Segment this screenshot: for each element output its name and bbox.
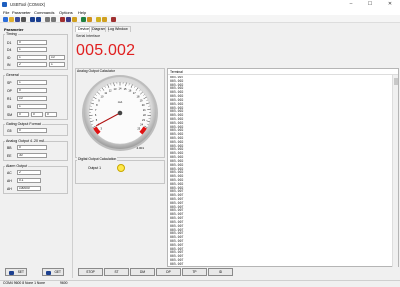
exit-icon[interactable] <box>111 16 116 22</box>
ah2-label: AH <box>7 187 12 191</box>
terminal-header: Terminal <box>168 69 398 75</box>
sm-field-1[interactable]: 0 <box>17 112 29 117</box>
ah2-field[interactable]: 100000 <box>17 186 41 191</box>
window-title: USBTool (COM4X) <box>10 2 46 7</box>
close-button[interactable]: ✕ <box>383 0 397 9</box>
info-icon[interactable] <box>72 16 77 22</box>
dp-button[interactable]: DP <box>156 268 181 276</box>
alarm-output-title: Alarm Output <box>5 164 29 168</box>
sm-field-2[interactable]: 0 <box>31 112 43 117</box>
print-icon[interactable] <box>21 16 26 22</box>
gating-title: Gating Output Format <box>5 122 42 126</box>
digital-output-title: Digital Output Calculation <box>77 157 118 161</box>
ee-label: EE <box>7 154 12 158</box>
timing-title: Timing <box>5 32 18 36</box>
output-1-led <box>117 164 125 172</box>
op-label: OP <box>7 89 12 93</box>
ah-label: AH <box>7 179 12 183</box>
set-icon <box>9 270 14 275</box>
terminal-output: 005.007 005.002 005.002 005.002 005.002 005.0… <box>170 76 392 266</box>
bb-field[interactable]: 0 <box>17 145 47 150</box>
ok-icon[interactable] <box>66 16 71 22</box>
id-extra-field[interactable]: 10 <box>49 55 65 60</box>
set-button-label: SET <box>17 270 24 274</box>
bulb-icon[interactable] <box>96 16 101 22</box>
title-bar <box>0 0 400 9</box>
connect-icon[interactable] <box>30 16 35 22</box>
stop-button[interactable]: STOP <box>78 268 103 276</box>
ac-label: AC <box>7 171 12 175</box>
tp-button[interactable]: TP <box>182 268 207 276</box>
get-button[interactable]: GET <box>42 268 64 276</box>
general-title: General <box>5 73 20 77</box>
s5-label: S5 <box>7 105 12 109</box>
terminal-scrollbar[interactable] <box>392 75 398 267</box>
get-icon <box>46 270 51 275</box>
in-extra-field[interactable]: 1 <box>49 62 65 67</box>
id-label: ID <box>7 56 11 60</box>
ac-field[interactable]: 2 <box>17 170 41 175</box>
app-icon <box>2 2 7 7</box>
save-icon[interactable] <box>15 16 20 22</box>
d1-field[interactable]: 0 <box>17 40 47 45</box>
get-button-label: GET <box>54 270 61 274</box>
bb-label: BB <box>7 146 12 150</box>
g5-field[interactable]: 0 <box>17 128 47 133</box>
analog-output-group <box>3 141 68 161</box>
download-icon[interactable] <box>81 16 86 22</box>
status-baud: 9600 <box>60 281 68 285</box>
upload-icon[interactable] <box>87 16 92 22</box>
sm-label: SM <box>7 113 13 117</box>
sp-field[interactable]: 1 <box>17 80 47 85</box>
terminal-scroll-thumb[interactable] <box>394 78 398 85</box>
ee-field[interactable]: 30 <box>17 153 47 158</box>
gauge-readout: 4.001 <box>136 146 144 150</box>
output-1-label: Output 1 <box>88 166 102 170</box>
disconnect-icon[interactable] <box>36 16 41 22</box>
analog-gauge: 345678910111213141516171819202122232425 … <box>82 75 158 151</box>
settings-icon[interactable] <box>60 16 65 22</box>
id-button[interactable]: ID <box>208 268 233 276</box>
gauge-hub <box>117 110 123 116</box>
gauge-unit: mA <box>118 100 123 104</box>
s5-field[interactable]: 1 <box>17 104 47 109</box>
op-field[interactable]: 0 <box>17 88 47 93</box>
g5-label: G5 <box>7 129 12 133</box>
status-connection: COM4 9600 8 None 1 None <box>3 281 46 285</box>
terminal-line: 005.007 <box>170 261 184 266</box>
help-icon[interactable] <box>102 16 107 22</box>
in-label: IN <box>7 63 11 67</box>
tab-log-window[interactable]: Log Window <box>105 26 131 32</box>
r1-label: R1 <box>7 97 12 101</box>
maximize-button[interactable]: ☐ <box>363 0 377 9</box>
dm-button[interactable]: DM <box>130 268 155 276</box>
minimize-button[interactable]: – <box>344 0 358 9</box>
serial-interface-label: Serial Interface <box>76 34 101 38</box>
copy-icon[interactable] <box>45 16 50 22</box>
id-field[interactable]: 1 <box>17 55 47 60</box>
set-button[interactable]: SET <box>5 268 27 276</box>
new-icon[interactable] <box>3 16 8 22</box>
d4-label: D4 <box>7 48 12 52</box>
ah-field[interactable]: 0.1 <box>17 178 41 183</box>
sm-field-3[interactable]: 0 <box>45 112 57 117</box>
sp-label: SP <box>7 81 12 85</box>
serial-value: 005.002 <box>76 42 136 59</box>
r1-field[interactable]: 10 <box>17 96 47 101</box>
analog-output-title: Analog Output 4..20 mA <box>5 139 46 143</box>
d4-field[interactable]: 1 <box>17 47 47 52</box>
in-field[interactable]: 2 <box>17 62 47 67</box>
d1-label: D1 <box>7 41 12 45</box>
terminal[interactable]: Terminal 005.007 005.002 005.002 005.002 005… <box>167 68 399 267</box>
open-icon[interactable] <box>9 16 14 22</box>
paste-icon[interactable] <box>51 16 56 22</box>
st-button[interactable]: ST <box>104 268 129 276</box>
